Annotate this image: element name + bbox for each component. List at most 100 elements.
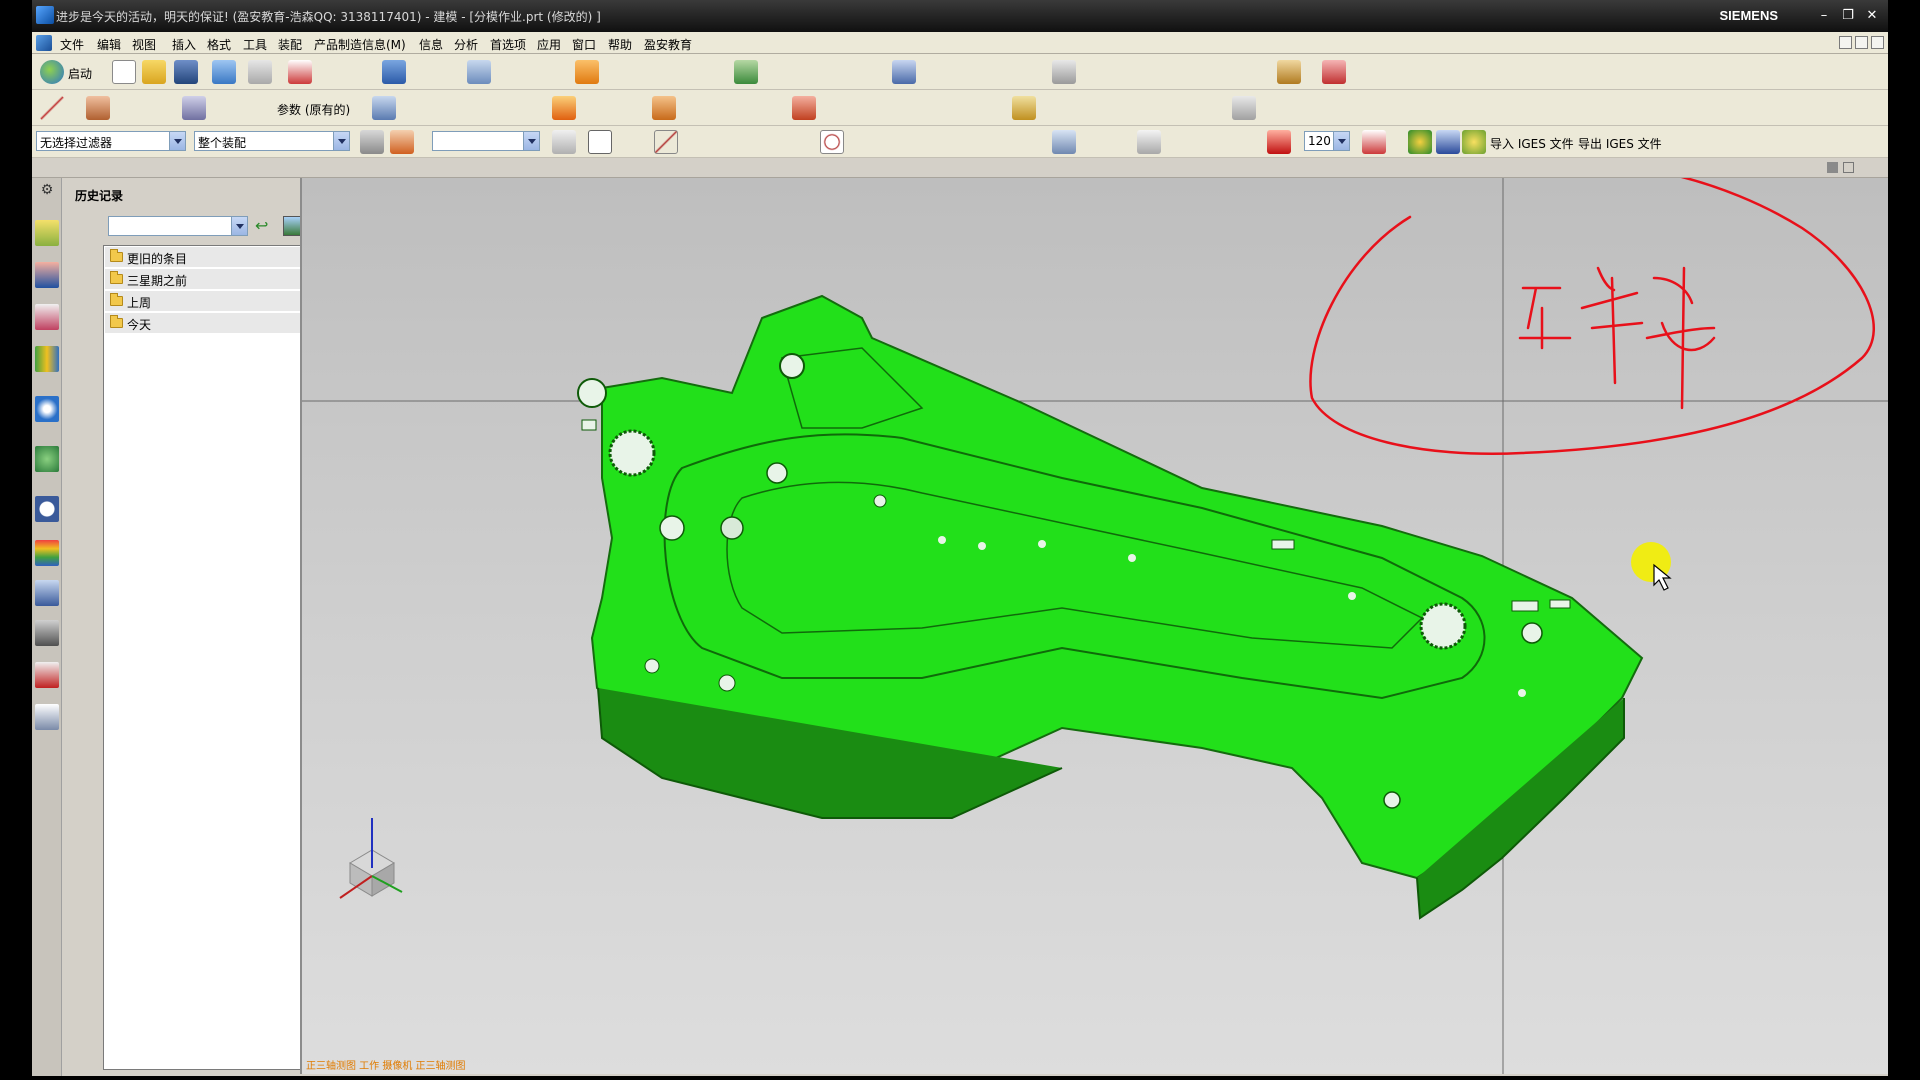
measure-distance-icon[interactable] bbox=[1137, 130, 1161, 154]
grid-icon[interactable] bbox=[1052, 130, 1076, 154]
window-title: 进步是今天的活动，明天的保证! (盈安教育-浩森QQ: 3138117401) … bbox=[56, 10, 601, 24]
menu-file[interactable]: 文件 bbox=[60, 36, 84, 53]
graphics-window[interactable]: 正三轴测图 工作 摄像机 正三轴测图 bbox=[300, 178, 1888, 1074]
menu-information[interactable]: 信息 bbox=[419, 36, 443, 53]
end-point-icon[interactable] bbox=[654, 130, 678, 154]
open-folder-icon[interactable] bbox=[142, 60, 166, 84]
selection-filter-dropdown[interactable]: 无选择过滤器 bbox=[36, 131, 186, 151]
doc-minimize-button[interactable] bbox=[1839, 36, 1852, 49]
minimize-button[interactable]: – bbox=[1814, 8, 1834, 26]
shaded-view-icon[interactable] bbox=[1267, 130, 1291, 154]
history-group-today[interactable]: 今天 bbox=[105, 313, 321, 334]
mesh-surface-icon[interactable] bbox=[182, 96, 206, 120]
selection-scope-dropdown[interactable]: 整个装配 bbox=[194, 131, 350, 151]
render-icon[interactable] bbox=[1408, 130, 1432, 154]
model-canvas[interactable] bbox=[302, 178, 1888, 1074]
translate-icon[interactable] bbox=[1436, 130, 1460, 154]
layout-icon[interactable] bbox=[1827, 162, 1838, 173]
shaded-cube-icon[interactable] bbox=[382, 60, 406, 84]
clock-icon[interactable] bbox=[35, 496, 59, 522]
gear-hole bbox=[1419, 602, 1467, 650]
export-iges-button[interactable]: 导出 IGES 文件 bbox=[1578, 135, 1662, 152]
menu-window[interactable]: 窗口 bbox=[572, 36, 596, 53]
web-browser-icon[interactable] bbox=[35, 396, 59, 422]
markup-glyph-1 bbox=[1518, 286, 1572, 350]
history-palette-icon[interactable] bbox=[35, 446, 59, 472]
layer-dropdown[interactable] bbox=[432, 131, 540, 151]
folder-icon bbox=[110, 249, 123, 262]
start-label[interactable]: 启动 bbox=[68, 65, 92, 82]
chevron-down-icon bbox=[523, 132, 539, 150]
slot-hole bbox=[1271, 539, 1295, 550]
window-icon[interactable] bbox=[1843, 162, 1854, 173]
filter-funnel-icon[interactable] bbox=[360, 130, 384, 154]
start-icon[interactable] bbox=[40, 60, 64, 84]
edit-parameters-icon[interactable] bbox=[372, 96, 396, 120]
history-panel: 历史记录 ↩ 更旧的条目 三星期之前 上周 今天 bbox=[63, 178, 325, 1076]
menu-assembly[interactable]: 装配 bbox=[278, 36, 302, 53]
menu-analysis[interactable]: 分析 bbox=[454, 36, 478, 53]
history-group-last-week[interactable]: 上周 bbox=[105, 291, 321, 312]
menu-yingan-education[interactable]: 盈安教育 bbox=[644, 36, 692, 53]
reuse-library-icon[interactable] bbox=[35, 346, 59, 372]
zoom-fit-icon[interactable] bbox=[1362, 130, 1386, 154]
settings-gear-icon[interactable]: ⚙ bbox=[35, 182, 59, 208]
constraint-navigator-icon[interactable] bbox=[35, 262, 59, 288]
menu-application[interactable]: 应用 bbox=[537, 36, 561, 53]
import-iges-button[interactable]: 导入 IGES 文件 bbox=[1490, 135, 1574, 152]
back-arrow-icon[interactable]: ↩ bbox=[255, 218, 277, 236]
green-sheet-metal-part[interactable] bbox=[577, 294, 1644, 920]
doc-restore-button[interactable] bbox=[1855, 36, 1868, 49]
close-button[interactable]: ✕ bbox=[1862, 8, 1882, 26]
boolean-icon[interactable] bbox=[652, 96, 676, 120]
history-search-input[interactable] bbox=[108, 216, 248, 236]
undo-icon[interactable] bbox=[212, 60, 236, 84]
menu-help[interactable]: 帮助 bbox=[608, 36, 632, 53]
system-scene-icon[interactable] bbox=[35, 704, 59, 730]
scale-dropdown[interactable]: 120 bbox=[1304, 131, 1350, 151]
offset-surface-icon[interactable] bbox=[1012, 96, 1036, 120]
sheet-metal-icon[interactable] bbox=[1277, 60, 1301, 84]
resource-bar: ⚙ bbox=[32, 178, 62, 1076]
orient-view-icon[interactable] bbox=[467, 60, 491, 84]
menu-preferences[interactable]: 首选项 bbox=[490, 36, 526, 53]
trim-body-icon[interactable] bbox=[792, 96, 816, 120]
fit-view-icon[interactable] bbox=[288, 60, 312, 84]
parameters-label[interactable]: 参数 (原有的) bbox=[277, 101, 350, 118]
history-group-older[interactable]: 更旧的条目 bbox=[105, 247, 321, 268]
redo-icon[interactable] bbox=[248, 60, 272, 84]
trim-curve-icon[interactable] bbox=[1232, 96, 1256, 120]
solid-feature-icon[interactable] bbox=[552, 96, 576, 120]
pattern-icon[interactable] bbox=[734, 60, 758, 84]
new-file-icon[interactable] bbox=[112, 60, 136, 84]
line-icon[interactable] bbox=[40, 96, 64, 120]
iges-icon[interactable] bbox=[1462, 130, 1486, 154]
pin-hole bbox=[1038, 540, 1046, 548]
doc-close-button[interactable] bbox=[1871, 36, 1884, 49]
process-studio-icon[interactable] bbox=[35, 580, 59, 606]
analysis-tool-icon[interactable] bbox=[1322, 60, 1346, 84]
extrude-icon[interactable] bbox=[892, 60, 916, 84]
assembly-navigator-icon[interactable] bbox=[35, 220, 59, 246]
menu-pmi[interactable]: 产品制造信息(M) bbox=[314, 36, 406, 53]
history-group-three-weeks[interactable]: 三星期之前 bbox=[105, 269, 321, 290]
save-icon[interactable] bbox=[174, 60, 198, 84]
sketch-icon[interactable] bbox=[1052, 60, 1076, 84]
block-feature-icon[interactable] bbox=[575, 60, 599, 84]
part-navigator-icon[interactable] bbox=[35, 304, 59, 330]
selection-mode-icon[interactable] bbox=[390, 130, 414, 154]
menu-insert[interactable]: 插入 bbox=[172, 36, 196, 53]
role-icon[interactable] bbox=[35, 662, 59, 688]
snap-point-icon[interactable] bbox=[588, 130, 612, 154]
view-status-text: 正三轴测图 工作 摄像机 正三轴测图 bbox=[306, 1061, 466, 1072]
menu-view[interactable]: 视图 bbox=[132, 36, 156, 53]
menu-tools[interactable]: 工具 bbox=[243, 36, 267, 53]
arc-center-icon[interactable] bbox=[820, 130, 844, 154]
system-materials-icon[interactable] bbox=[35, 540, 59, 566]
menu-edit[interactable]: 编辑 bbox=[97, 36, 121, 53]
select-all-icon[interactable] bbox=[552, 130, 576, 154]
sketch-curve-icon[interactable] bbox=[86, 96, 110, 120]
maximize-button[interactable]: ❐ bbox=[1838, 8, 1858, 26]
manufacturing-wizard-icon[interactable] bbox=[35, 620, 59, 646]
menu-format[interactable]: 格式 bbox=[207, 36, 231, 53]
